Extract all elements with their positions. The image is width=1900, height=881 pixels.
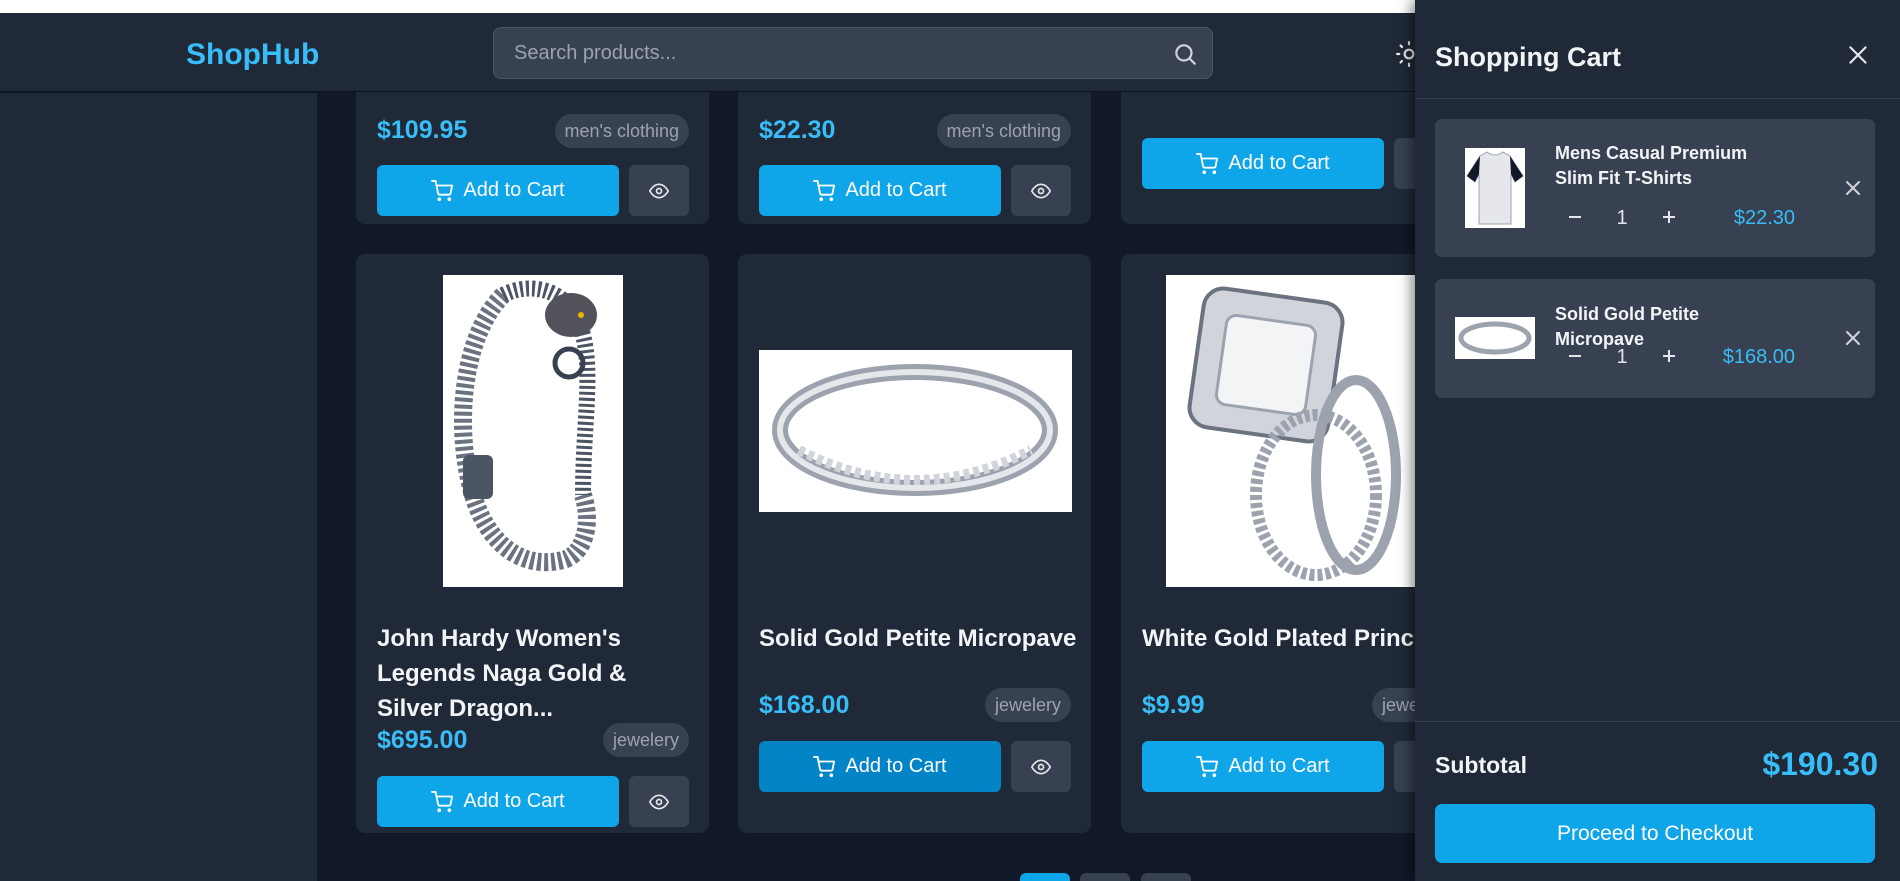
minus-icon [1569,355,1581,357]
add-to-cart-button[interactable]: Add to Cart [759,741,1001,792]
product-price: $9.99 [1142,691,1205,719]
checkout-button[interactable]: Proceed to Checkout [1435,804,1875,863]
category-badge: men's clothing [936,114,1071,148]
brand-logo[interactable]: ShopHub [186,38,319,72]
cart-item-quantity: 1 [1616,207,1628,229]
cart-icon [1196,152,1219,174]
add-to-cart-label: Add to Cart [1228,755,1330,777]
add-to-cart-label: Add to Cart [463,179,565,201]
minus-icon [1569,216,1581,218]
cart-item: Mens Casual Premium Slim Fit T-Shirts 1 … [1435,119,1875,257]
eye-icon [1031,758,1051,775]
filter-sidebar [0,93,317,881]
remove-item-icon[interactable] [1841,326,1865,350]
cart-item: Solid Gold Petite Micropave 1 $168.00 [1435,279,1875,398]
product-title[interactable]: White Gold Plated Princess [1142,621,1454,656]
cart-icon [813,179,836,201]
search-input[interactable] [494,28,1212,78]
product-image-princess-ring[interactable] [1166,275,1426,587]
add-to-cart-label: Add to Cart [845,179,947,201]
remove-item-icon[interactable] [1841,176,1865,200]
page-1-button[interactable] [1020,873,1070,881]
quick-view-button[interactable] [629,165,689,216]
add-to-cart-button[interactable]: Add to Cart [377,165,619,216]
checkout-label: Proceed to Checkout [1556,821,1754,845]
cart-drawer: Shopping Cart Mens Casual Premium Slim F… [1415,0,1900,881]
eye-icon [1031,182,1051,199]
cart-item-name: Mens Casual Premium Slim Fit T-Shirts [1555,143,1748,188]
tshirt-image [1465,148,1525,228]
product-price: $109.95 [377,116,468,144]
add-to-cart-label: Add to Cart [845,755,947,777]
cart-item-quantity: 1 [1616,346,1628,368]
cart-item-image [1465,148,1525,228]
product-price: $168.00 [759,691,850,719]
category-badge: jewelery [984,688,1071,722]
cart-icon [431,179,454,201]
ring-thumb-image [1455,317,1535,359]
princess-ring-image [1166,275,1426,587]
product-image-ring-band[interactable] [759,350,1072,512]
add-to-cart-button[interactable]: Add to Cart [1142,741,1384,792]
page-3-button[interactable] [1141,873,1191,881]
product-price: $695.00 [377,726,468,754]
cart-header: Shopping Cart [1415,0,1900,99]
product-card: Solid Gold Petite Micropave $168.00 jewe… [738,254,1091,833]
eye-icon [649,182,669,199]
cart-footer: Subtotal $190.30 Proceed to Checkout [1415,721,1900,881]
page-2-button[interactable] [1080,873,1130,881]
quick-view-button[interactable] [1011,165,1071,216]
add-to-cart-button[interactable]: Add to Cart [1142,138,1384,189]
category-badge: men's clothing [554,114,689,148]
add-to-cart-button[interactable]: Add to Cart [759,165,1001,216]
add-to-cart-button[interactable]: Add to Cart [377,776,619,827]
search-bar [493,27,1213,79]
category-badge: jewelery [602,723,689,757]
product-title[interactable]: Solid Gold Petite Micropave [759,621,1079,656]
cart-icon [1196,755,1219,777]
product-price: $22.30 [759,116,836,144]
cart-icon [431,790,454,812]
product-card: John Hardy Women's Legends Naga Gold & S… [356,254,709,833]
product-title[interactable]: John Hardy Women's Legends Naga Gold & S… [377,621,697,726]
quick-view-button[interactable] [629,776,689,827]
product-image-bracelet[interactable] [443,275,623,587]
ring-band-image [759,350,1072,512]
decrease-quantity-button[interactable] [1561,203,1589,231]
cart-item-price: $22.30 [1733,207,1795,229]
subtotal-value: $190.30 [1762,746,1878,782]
add-to-cart-label: Add to Cart [463,790,565,812]
cart-title: Shopping Cart [1435,42,1621,72]
add-to-cart-label: Add to Cart [1228,152,1330,174]
decrease-quantity-button[interactable] [1561,342,1589,370]
cart-item-price: $168.00 [1722,346,1795,368]
search-icon[interactable] [1172,41,1198,67]
eye-icon [649,793,669,810]
close-icon[interactable] [1845,42,1871,68]
bracelet-image [443,275,623,587]
subtotal-label: Subtotal [1435,752,1527,778]
cart-item-image [1455,317,1535,359]
cart-icon [813,755,836,777]
quick-view-button[interactable] [1011,741,1071,792]
